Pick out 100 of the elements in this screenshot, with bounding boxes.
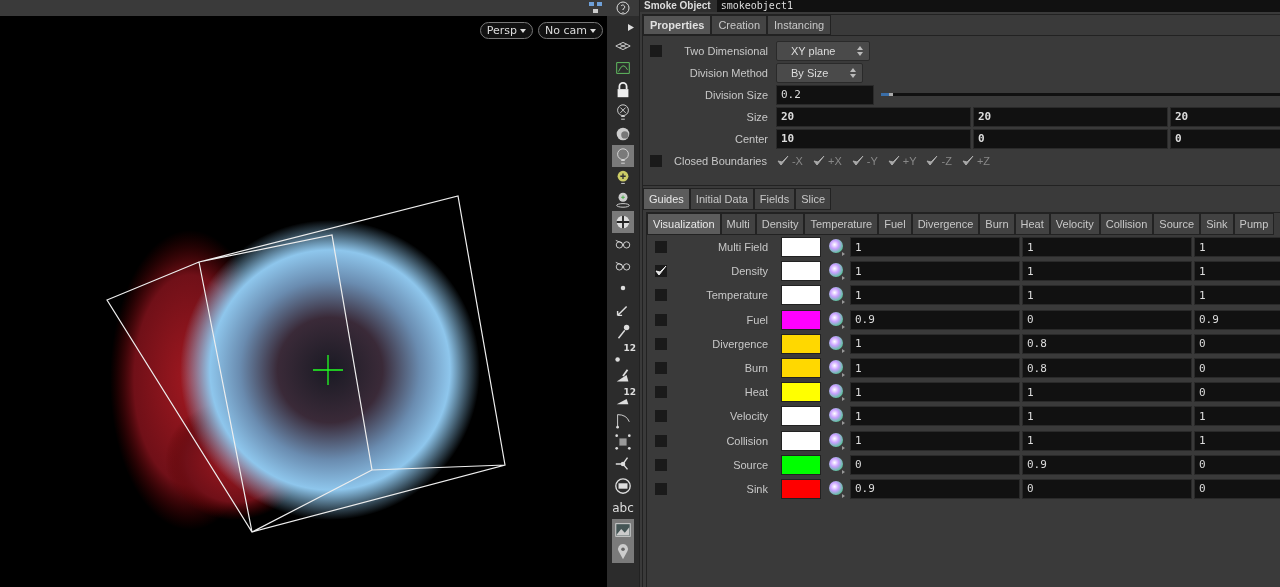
input-field[interactable]: 1 (850, 333, 1020, 354)
input-field[interactable]: 0 (850, 454, 1020, 475)
checkbox[interactable] (655, 482, 667, 495)
tab[interactable]: Velocity (1049, 213, 1100, 235)
text-tool[interactable]: abc (612, 497, 634, 519)
input-field[interactable]: 1 (850, 285, 1020, 306)
input-field[interactable]: 1 (1022, 430, 1192, 451)
tab[interactable]: Burn (979, 213, 1015, 235)
view-menu[interactable]: Persp (479, 22, 534, 39)
help-icon[interactable] (616, 1, 630, 15)
input-field[interactable]: 1 (1022, 237, 1192, 258)
checkbox[interactable] (655, 241, 667, 254)
color-swatch[interactable] (781, 309, 821, 330)
color-wheel-icon[interactable] (829, 359, 846, 378)
slider-handle[interactable] (881, 93, 893, 96)
input-field[interactable]: 20 (973, 106, 1168, 127)
input-field[interactable]: 0 (973, 128, 1168, 149)
input-field[interactable]: 0.8 (1022, 333, 1192, 354)
color-wheel-icon[interactable] (829, 383, 846, 402)
input-field[interactable]: 1 (850, 261, 1020, 282)
input-field[interactable]: 0.9 (1194, 309, 1280, 330)
input-field[interactable]: 0 (1170, 128, 1280, 149)
input-field[interactable]: 0 (1194, 358, 1280, 379)
color-wheel-icon[interactable] (829, 431, 846, 450)
input-field[interactable]: 1 (1022, 285, 1192, 306)
input-field[interactable]: 1 (1194, 285, 1280, 306)
checkbox[interactable] (650, 154, 662, 167)
input-field[interactable]: 1 (1022, 261, 1192, 282)
color-wheel-icon[interactable] (829, 455, 846, 474)
input-field[interactable]: 20 (776, 106, 971, 127)
color-swatch[interactable] (781, 430, 821, 451)
color-swatch[interactable] (781, 237, 821, 258)
checkbox[interactable] (655, 386, 667, 399)
view-menu[interactable]: No cam (538, 22, 603, 39)
input-field[interactable]: 1 (1022, 406, 1192, 427)
checkbox[interactable] (655, 362, 667, 375)
input-field[interactable]: 1 (1022, 382, 1192, 403)
input-field[interactable]: 1 (1194, 430, 1280, 451)
input-field[interactable]: 1 (1194, 237, 1280, 258)
tab[interactable]: Creation (711, 15, 767, 35)
color-wheel-icon[interactable] (829, 407, 846, 426)
input-field[interactable]: 10 (776, 128, 971, 149)
color-swatch[interactable] (781, 261, 821, 282)
tab[interactable]: Fields (753, 188, 796, 210)
tab[interactable]: Heat (1014, 213, 1050, 235)
network-icon[interactable] (589, 2, 603, 14)
tab[interactable]: Pump (1233, 213, 1275, 235)
checkbox[interactable] (655, 410, 667, 423)
checkbox[interactable] (655, 313, 667, 326)
input-field[interactable]: 0.2 (776, 84, 874, 105)
input-field[interactable]: 0 (1194, 478, 1280, 499)
checkbox[interactable] (655, 434, 667, 447)
tab[interactable]: Density (755, 213, 805, 235)
color-swatch[interactable] (781, 333, 821, 354)
input-field[interactable]: 0 (1194, 333, 1280, 354)
input-field[interactable]: 0.9 (850, 478, 1020, 499)
color-wheel-icon[interactable] (829, 286, 846, 305)
tab[interactable]: Source (1153, 213, 1201, 235)
color-swatch[interactable] (781, 285, 821, 306)
input-field[interactable]: 1 (850, 358, 1020, 379)
tab[interactable]: Temperature (804, 213, 879, 235)
input-field[interactable]: 0 (1022, 309, 1192, 330)
tab[interactable]: Slice (795, 188, 832, 210)
input-field[interactable]: 0 (1022, 478, 1192, 499)
tab[interactable]: Initial Data (689, 188, 754, 210)
input-field[interactable]: 0 (1194, 382, 1280, 403)
tab[interactable]: Sink (1200, 213, 1234, 235)
dropdown[interactable]: By Size (776, 62, 864, 83)
input-field[interactable]: 1 (850, 382, 1020, 403)
image-icon[interactable] (612, 519, 634, 541)
input-field[interactable]: 20 (1170, 106, 1280, 127)
input-field[interactable]: 1 (1194, 406, 1280, 427)
input-field[interactable]: 1 (850, 430, 1020, 451)
input-field[interactable]: 0.9 (1022, 454, 1192, 475)
color-swatch[interactable] (781, 406, 821, 427)
color-swatch[interactable] (781, 358, 821, 379)
color-wheel-icon[interactable] (829, 310, 846, 329)
tab[interactable]: Instancing (767, 15, 832, 35)
input-field[interactable]: 0.9 (850, 309, 1020, 330)
color-swatch[interactable] (781, 382, 821, 403)
dropdown[interactable]: XY plane (776, 40, 871, 61)
checkbox[interactable] (655, 337, 667, 350)
input-field[interactable]: 0 (1194, 454, 1280, 475)
disc-icon[interactable] (612, 475, 634, 497)
color-wheel-icon[interactable] (829, 238, 846, 257)
expand-arrow-icon[interactable] (628, 24, 634, 31)
tab[interactable]: Multi (720, 213, 756, 235)
checkbox[interactable] (650, 44, 662, 57)
tab[interactable]: Properties (643, 15, 712, 35)
tab[interactable]: Guides (643, 188, 690, 210)
tab[interactable]: Fuel (878, 213, 912, 235)
map-marker-icon[interactable] (612, 541, 634, 563)
tab[interactable]: Visualization (647, 213, 721, 235)
color-swatch[interactable] (781, 478, 821, 499)
input-field[interactable]: 1 (850, 237, 1020, 258)
checkbox[interactable] (655, 458, 667, 471)
color-swatch[interactable] (781, 454, 821, 475)
node-name-field[interactable]: smokeobject1 (716, 0, 1280, 12)
sphere-icon[interactable] (612, 211, 634, 233)
input-field[interactable]: 0.8 (1022, 358, 1192, 379)
